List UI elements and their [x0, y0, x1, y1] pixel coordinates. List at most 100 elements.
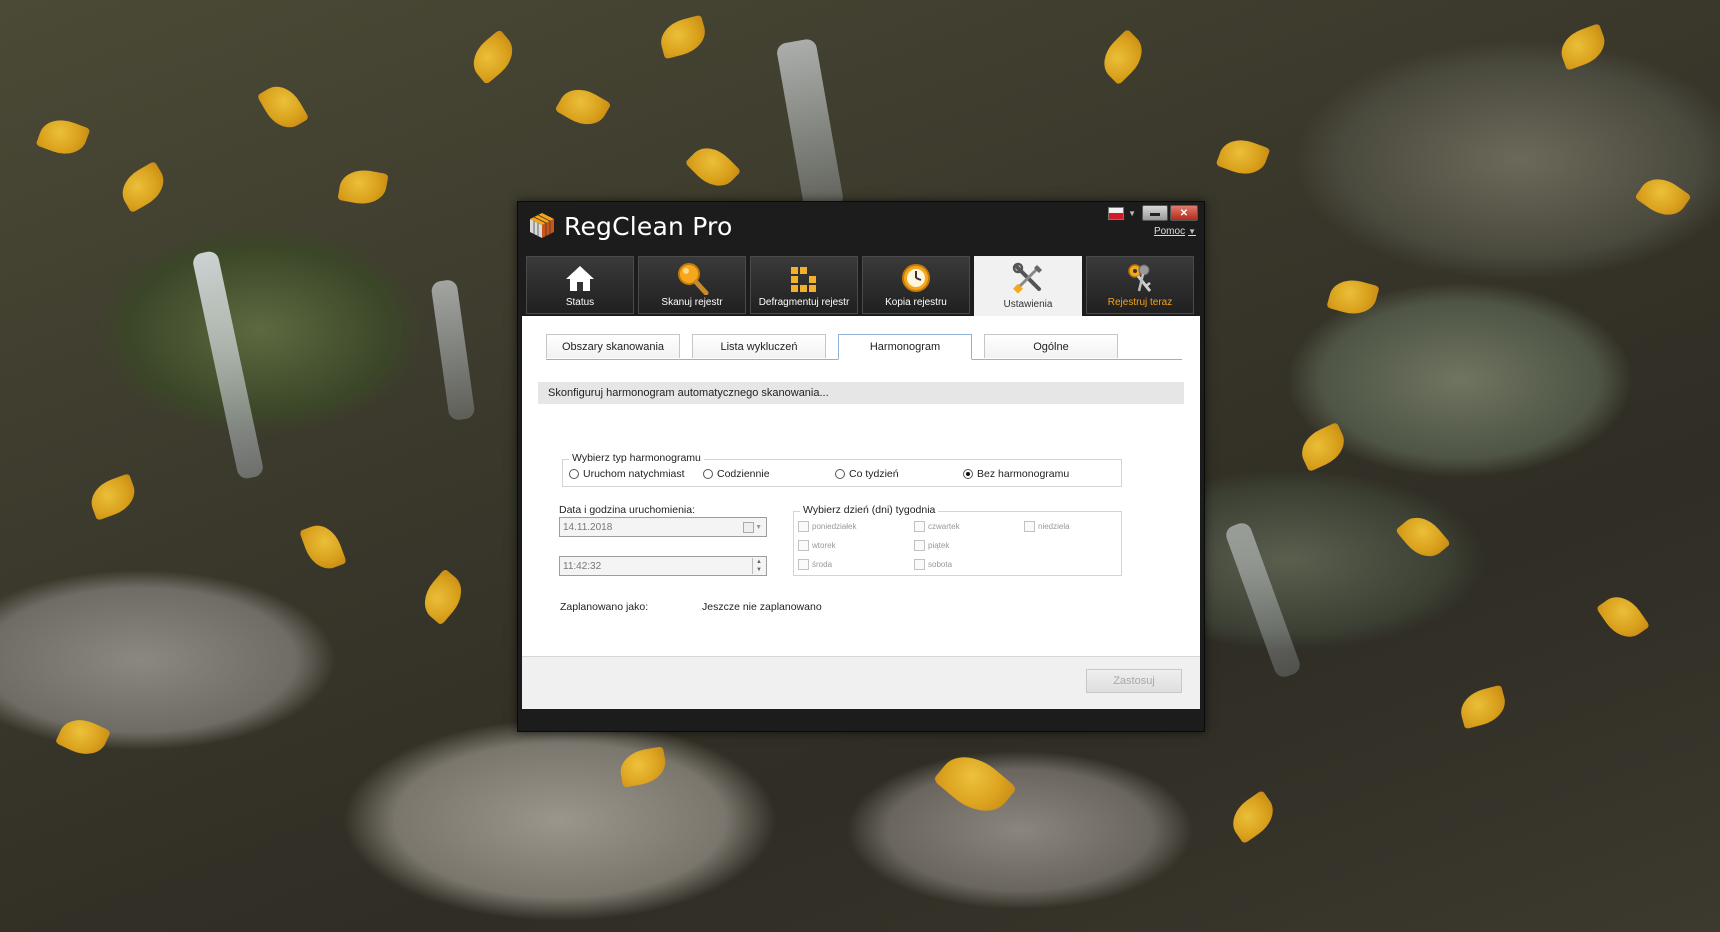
leaf-decoration	[114, 160, 172, 214]
tools-icon	[1012, 262, 1042, 294]
date-picker[interactable]: 14.11.2018 ▼	[559, 517, 767, 537]
leaf-decoration	[554, 80, 612, 134]
checkbox-label: czwartek	[928, 522, 960, 531]
checkbox-wednesday[interactable]: środa	[798, 559, 832, 570]
app-title: RegClean Pro	[564, 212, 733, 241]
radio-run-now[interactable]: Uruchom natychmiast	[569, 468, 685, 480]
toolbar-defragment-registry[interactable]: Defragmentuj rejestr	[750, 256, 858, 314]
radio-weekly[interactable]: Co tydzień	[835, 468, 899, 480]
toolbar-label: Kopia rejestru	[885, 297, 947, 308]
checkbox-thursday[interactable]: czwartek	[914, 521, 960, 532]
title-bar[interactable]: RegClean Pro ▼ ▬ ✕ Pomoc ▼	[518, 202, 1204, 252]
calendar-dropdown-icon[interactable]: ▼	[743, 522, 762, 533]
checkbox-label: niedziela	[1038, 522, 1070, 531]
schedule-type-legend: Wybierz typ harmonogramu	[569, 452, 704, 464]
leaf-decoration	[932, 743, 1018, 825]
tab-scan-areas[interactable]: Obszary skanowania	[546, 334, 680, 358]
apply-button[interactable]: Zastosuj	[1086, 669, 1182, 693]
blocks-icon	[791, 267, 816, 292]
waterfall-decoration	[430, 278, 476, 422]
checkbox-sunday[interactable]: niedziela	[1024, 521, 1070, 532]
checkbox-box	[798, 559, 809, 570]
leaf-decoration	[337, 166, 389, 208]
help-caret-icon: ▼	[1188, 227, 1196, 236]
leaf-decoration	[1094, 28, 1152, 86]
checkbox-label: wtorek	[812, 541, 836, 550]
checkbox-tuesday[interactable]: wtorek	[798, 540, 836, 551]
settings-footer: Zastosuj	[522, 656, 1200, 709]
radio-no-schedule[interactable]: Bez harmonogramu	[963, 468, 1069, 480]
toolbar-label: Status	[565, 297, 595, 308]
tab-general[interactable]: Ogólne	[984, 334, 1118, 358]
magnifier-icon	[678, 263, 709, 295]
waterfall-decoration	[191, 249, 265, 481]
leaf-decoration	[1294, 421, 1352, 473]
scheduled-as-value: Jeszcze nie zaplanowano	[702, 601, 822, 613]
radio-label: Bez harmonogramu	[977, 468, 1070, 480]
minimize-icon: ▬	[1150, 207, 1160, 219]
checkbox-box	[1024, 521, 1035, 532]
leaf-decoration	[684, 138, 742, 196]
leaf-decoration	[1215, 133, 1271, 181]
clock-icon	[902, 264, 930, 292]
radio-daily[interactable]: Codziennie	[703, 468, 770, 480]
datetime-label: Data i godzina uruchomienia:	[559, 504, 695, 516]
toolbar-label: Ustawienia	[1003, 299, 1053, 310]
checkbox-label: środa	[812, 560, 833, 569]
leaf-decoration	[1555, 23, 1611, 71]
toolbar-registry-backup[interactable]: Kopia rejestru	[862, 256, 970, 314]
regclean-window: RegClean Pro ▼ ▬ ✕ Pomoc ▼ Status Skanuj…	[517, 201, 1205, 732]
checkbox-box	[914, 559, 925, 570]
weekday-group: Wybierz dzień (dni) tygodnia poniedziałe…	[793, 504, 1122, 576]
date-value: 14.11.2018	[563, 521, 613, 533]
radio-indicator-selected	[963, 469, 973, 479]
time-spinner[interactable]: ▲ ▼	[752, 558, 765, 574]
language-caret-icon[interactable]: ▼	[1128, 209, 1136, 218]
settings-subtabs: Obszary skanowania Lista wykluczeń Harmo…	[546, 334, 1182, 360]
radio-label: Codziennie	[717, 468, 770, 480]
checkbox-label: poniedziałek	[812, 522, 857, 531]
time-input[interactable]: 11:42:32 ▲ ▼	[559, 556, 767, 576]
radio-indicator	[835, 469, 845, 479]
toolbar-label: Rejestruj teraz	[1107, 297, 1173, 308]
weekday-legend: Wybierz dzień (dni) tygodnia	[800, 504, 939, 516]
tab-schedule[interactable]: Harmonogram	[838, 334, 972, 360]
poland-flag-icon[interactable]	[1108, 206, 1125, 220]
checkbox-box	[914, 540, 925, 551]
leaf-decoration	[1456, 684, 1510, 730]
spin-up-icon[interactable]: ▲	[753, 558, 765, 566]
leaf-decoration	[1224, 789, 1282, 845]
radio-indicator	[569, 469, 579, 479]
help-label: Pomoc	[1153, 226, 1186, 237]
leaf-decoration	[1395, 508, 1451, 566]
close-button[interactable]: ✕	[1170, 205, 1198, 221]
radio-label: Uruchom natychmiast	[583, 468, 685, 480]
checkbox-label: sobota	[928, 560, 953, 569]
checkbox-box	[914, 521, 925, 532]
toolbar-label: Defragmentuj rejestr	[758, 297, 850, 308]
help-menu[interactable]: Pomoc ▼	[1154, 226, 1196, 237]
leaf-decoration	[1326, 274, 1380, 320]
leaf-decoration	[464, 29, 522, 85]
close-icon: ✕	[1179, 207, 1189, 219]
waterfall-decoration	[1223, 520, 1303, 680]
toolbar-register-now[interactable]: Rejestruj teraz	[1086, 256, 1194, 314]
leaf-decoration	[1634, 169, 1692, 225]
checkbox-friday[interactable]: piątek	[914, 540, 949, 551]
keys-icon	[1128, 264, 1152, 292]
toolbar-status[interactable]: Status	[526, 256, 634, 314]
window-controls: ▼ ▬ ✕	[1108, 205, 1198, 221]
leaf-decoration	[299, 519, 347, 575]
toolbar-settings[interactable]: Ustawienia	[974, 256, 1082, 316]
schedule-info-bar: Skonfiguruj harmonogram automatycznego s…	[538, 382, 1184, 404]
time-value: 11:42:32	[563, 560, 602, 572]
minimize-button[interactable]: ▬	[1142, 205, 1168, 221]
leaf-decoration	[1595, 588, 1651, 646]
checkbox-saturday[interactable]: sobota	[914, 559, 952, 570]
tab-exclusion-list[interactable]: Lista wykluczeń	[692, 334, 826, 358]
toolbar-scan-registry[interactable]: Skanuj rejestr	[638, 256, 746, 314]
checkbox-monday[interactable]: poniedziałek	[798, 521, 856, 532]
schedule-type-group: Wybierz typ harmonogramu Uruchom natychm…	[562, 452, 1122, 487]
scheduled-as-label: Zaplanowano jako:	[560, 601, 649, 613]
spin-down-icon[interactable]: ▼	[753, 566, 765, 574]
